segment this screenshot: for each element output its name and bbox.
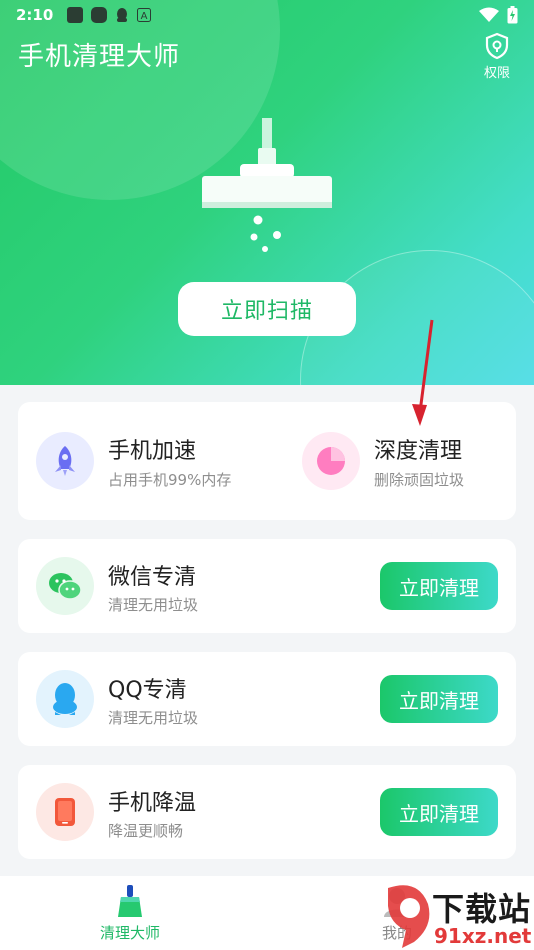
row-title: QQ专清 <box>108 678 187 703</box>
broom-icon <box>118 885 142 917</box>
font-notification-icon: A <box>137 8 152 22</box>
feature-deep-clean[interactable]: 深度清理 删除顽固垃圾 <box>302 432 464 490</box>
watermark-url: 91xz.net <box>434 924 532 948</box>
feature-title: 深度清理 <box>374 438 463 464</box>
row-title: 微信专清 <box>108 565 197 590</box>
row-title: 手机降温 <box>108 791 197 816</box>
qq-notification-icon <box>117 8 128 22</box>
shield-icon <box>485 32 509 60</box>
qq-clean-button[interactable]: 立即清理 <box>380 675 498 723</box>
row-subtitle: 清理无用垃圾 <box>108 709 199 727</box>
permission-label: 权限 <box>483 66 510 81</box>
vacuum-cleaner-illustration <box>202 118 332 252</box>
status-bar: 2:10 A <box>0 0 534 30</box>
tab-clean-master[interactable]: 清理大师 <box>100 884 160 943</box>
rocket-icon <box>36 432 94 490</box>
svg-text:A: A <box>141 11 148 22</box>
phone-cool-icon <box>36 783 94 841</box>
feature-subtitle: 删除顽固垃圾 <box>374 470 465 489</box>
feature-title: 手机加速 <box>108 438 197 464</box>
scan-now-button[interactable]: 立即扫描 <box>178 282 356 336</box>
feature-card: 手机加速 占用手机99%内存 深度清理 删除顽固垃圾 <box>18 402 516 520</box>
cooling-clean-button[interactable]: 立即清理 <box>380 788 498 836</box>
hero-banner: 2:10 A 手机清理大师 权限 立即扫描 <box>0 0 534 385</box>
wechat-clean-button[interactable]: 立即清理 <box>380 562 498 610</box>
wechat-clean-card: 微信专清 清理无用垃圾 立即清理 <box>18 539 516 633</box>
row-subtitle: 清理无用垃圾 <box>108 596 199 614</box>
wifi-icon <box>479 7 499 22</box>
feature-phone-boost[interactable]: 手机加速 占用手机99%内存 <box>36 432 231 490</box>
row-subtitle: 降温更顺畅 <box>108 822 184 840</box>
wechat-icon <box>36 557 94 615</box>
feature-subtitle: 占用手机99%内存 <box>108 470 232 489</box>
notification-icon <box>91 7 108 23</box>
battery-charging-icon <box>507 6 518 24</box>
tab-label: 清理大师 <box>100 924 161 942</box>
status-time: 2:10 <box>16 6 54 24</box>
pie-chart-icon <box>302 432 360 490</box>
notification-icon <box>67 7 84 23</box>
qq-penguin-icon <box>36 670 94 728</box>
phone-cooling-card: 手机降温 降温更顺畅 立即清理 <box>18 765 516 859</box>
permission-button[interactable]: 权限 <box>480 32 514 81</box>
qq-clean-card: QQ专清 清理无用垃圾 立即清理 <box>18 652 516 746</box>
app-title: 手机清理大师 <box>18 42 181 72</box>
